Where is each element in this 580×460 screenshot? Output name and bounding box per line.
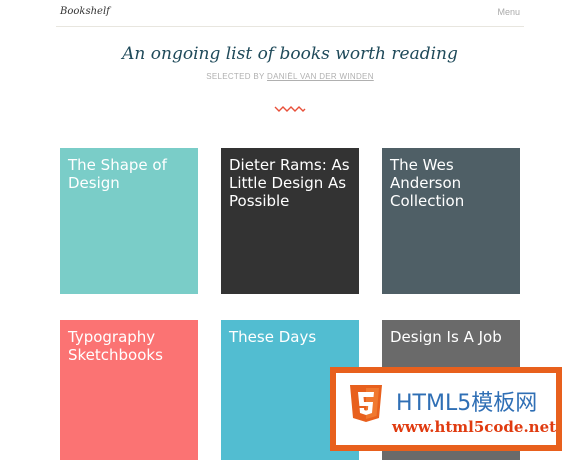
byline: SELECTED BY DANIËL VAN DER WINDEN xyxy=(0,72,580,81)
watermark-inner: HTML5模板网 www.html5code.net xyxy=(336,373,556,445)
page: Bookshelf Menu An ongoing list of books … xyxy=(0,0,580,460)
site-brand[interactable]: Bookshelf xyxy=(60,6,110,17)
book-title: Design Is A Job xyxy=(390,328,502,346)
book-title: The Shape of Design xyxy=(68,156,167,192)
author-link[interactable]: DANIËL VAN DER WINDEN xyxy=(267,72,374,81)
page-title: An ongoing list of books worth reading xyxy=(122,44,458,64)
menu-button[interactable]: Menu xyxy=(497,7,520,17)
book-card-the-shape-of-design[interactable]: The Shape of Design xyxy=(60,148,198,294)
top-bar: Bookshelf Menu xyxy=(56,0,524,27)
book-card-wes-anderson[interactable]: The Wes Anderson Collection xyxy=(382,148,520,294)
book-title: Typography Sketchbooks xyxy=(68,328,163,364)
html5-shield-icon xyxy=(350,385,382,422)
watermark: HTML5模板网 www.html5code.net xyxy=(330,367,562,451)
squiggle-divider-icon xyxy=(274,106,306,112)
book-card-dieter-rams[interactable]: Dieter Rams: As Little Design As Possibl… xyxy=(221,148,359,294)
book-title: These Days xyxy=(229,328,317,346)
book-title: Dieter Rams: As Little Design As Possibl… xyxy=(229,156,350,210)
watermark-title: HTML5模板网 xyxy=(396,391,538,416)
book-title: The Wes Anderson Collection xyxy=(390,156,465,210)
watermark-url: www.html5code.net xyxy=(392,418,557,436)
byline-prefix: SELECTED BY xyxy=(206,72,268,81)
book-card-typography-sketchbooks[interactable]: Typography Sketchbooks xyxy=(60,320,198,460)
